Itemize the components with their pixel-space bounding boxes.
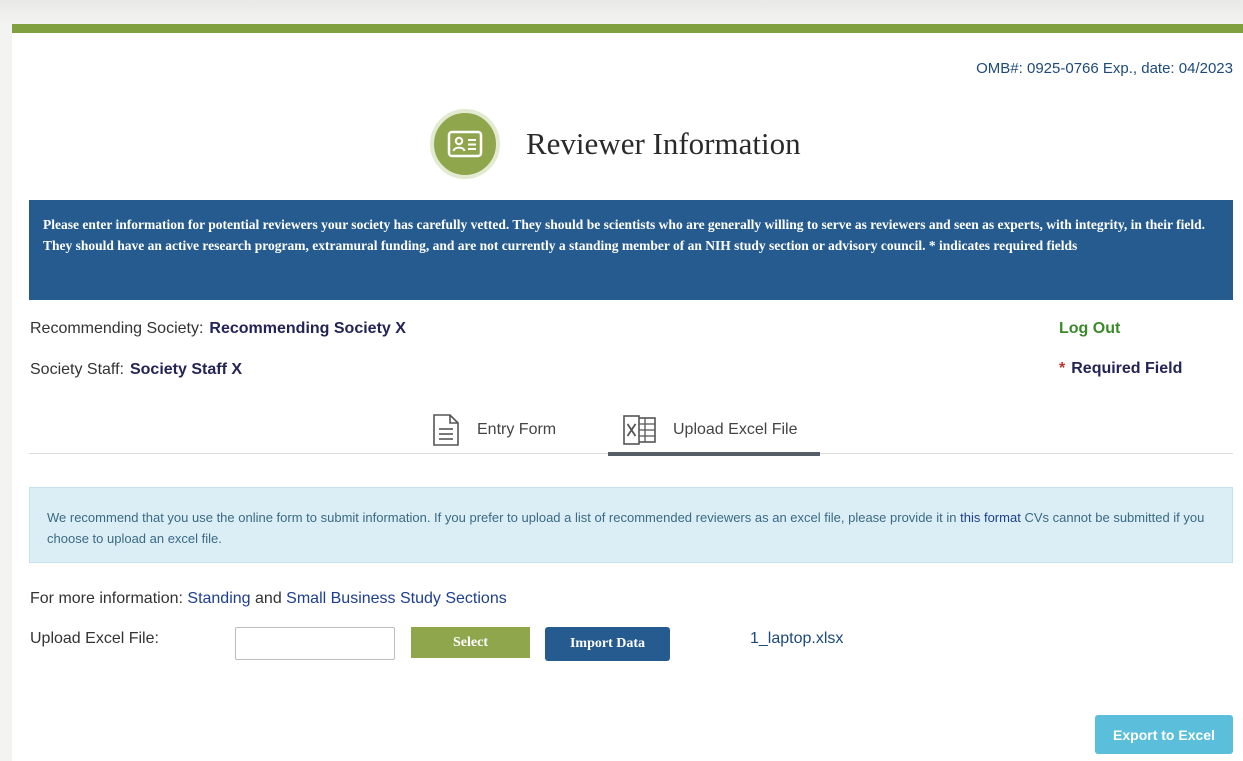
note-text-before: We recommend that you use the online for… (47, 510, 957, 525)
tab-entry-form-label: Entry Form (477, 421, 557, 438)
instructions-banner: Please enter information for potential r… (29, 200, 1233, 300)
excel-file-icon (623, 415, 656, 445)
upload-file-input[interactable] (235, 627, 395, 660)
page-title: Reviewer Information (526, 126, 801, 161)
document-icon (433, 414, 459, 446)
active-tab-indicator (608, 452, 820, 456)
id-card-icon (430, 109, 500, 179)
standing-link[interactable]: Standing (187, 590, 250, 607)
society-staff-label: Society Staff: (30, 361, 124, 378)
recommending-society-label: Recommending Society: (30, 320, 204, 337)
upload-excel-label: Upload Excel File: (30, 630, 159, 647)
logout-link[interactable]: Log Out (1059, 320, 1120, 338)
tab-upload-excel-label: Upload Excel File (673, 421, 798, 438)
recommending-society-value: Recommending Society X (209, 320, 406, 337)
omb-number: OMB#: 0925-0766 Exp., date: 04/2023 (976, 60, 1233, 77)
header-accent-bar (12, 24, 1243, 33)
page-header: Reviewer Information (430, 106, 801, 182)
page-container: OMB#: 0925-0766 Exp., date: 04/2023 Revi… (12, 24, 1243, 761)
uploaded-file-link[interactable]: 1_laptop.xlsx (750, 630, 843, 648)
more-information-row: For more information: Standing and Small… (30, 590, 507, 608)
tab-entry-form[interactable]: Entry Form (431, 408, 556, 452)
required-star: * (1059, 360, 1066, 377)
export-to-excel-button[interactable]: Export to Excel (1095, 715, 1233, 754)
more-info-prefix: For more information: (30, 590, 183, 607)
recommending-society-row: Recommending Society: Recommending Societ… (30, 320, 406, 338)
upload-recommendation-note: We recommend that you use the online for… (29, 487, 1233, 563)
this-format-link[interactable]: this format (960, 510, 1021, 525)
society-staff-value: Society Staff X (129, 361, 243, 378)
tab-upload-excel[interactable]: Upload Excel File (623, 408, 798, 452)
more-info-conj: and (255, 590, 282, 607)
browser-top-shadow (0, 0, 1243, 24)
required-field-label: Required Field (1071, 360, 1183, 377)
small-business-study-sections-link[interactable]: Small Business Study Sections (286, 590, 507, 607)
select-button[interactable]: Select (411, 627, 530, 658)
society-staff-row: Society Staff: Society Staff X (30, 361, 242, 379)
required-field-legend: * Required Field (1059, 360, 1182, 378)
import-data-button[interactable]: Import Data (545, 627, 670, 661)
